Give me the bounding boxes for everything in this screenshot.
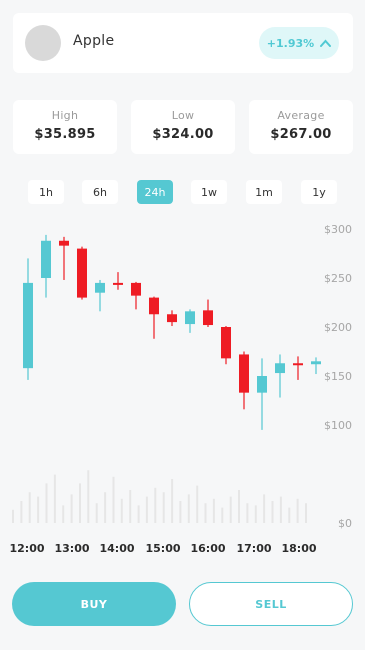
volume-bar	[196, 485, 199, 523]
candle-body[interactable]	[131, 282, 141, 296]
candle-body[interactable]	[221, 327, 231, 359]
volume-bar	[154, 487, 157, 523]
volume-bar	[254, 505, 257, 523]
volume-bar	[95, 503, 98, 523]
timeframe-selector: 1h 6h 24h 1w 1m 1y	[0, 180, 365, 204]
volume-bar	[263, 494, 266, 523]
volume-bar	[37, 496, 40, 523]
volume-bar	[53, 474, 56, 523]
candle-body[interactable]	[77, 248, 87, 298]
stat-value: $324.00	[152, 127, 214, 142]
stat-card-low: Low $324.00	[131, 100, 235, 154]
x-axis-label: 16:00	[190, 542, 225, 555]
volume-bar	[137, 505, 140, 523]
candle-body[interactable]	[59, 240, 69, 246]
volume-bar	[305, 503, 307, 523]
volume-bar	[87, 470, 90, 523]
volume-bar	[221, 507, 224, 523]
timeframe-1y[interactable]: 1y	[301, 180, 337, 204]
volume-bar	[212, 498, 215, 523]
sell-button[interactable]: SELL	[189, 582, 353, 626]
volume-bar	[229, 496, 232, 523]
timeframe-1h[interactable]: 1h	[28, 180, 64, 204]
volume-bar	[79, 483, 81, 523]
x-axis-label: 12:00	[9, 542, 44, 555]
candle-body[interactable]	[167, 314, 177, 323]
volume-bar	[238, 490, 240, 523]
price-change-badge[interactable]: +1.93%	[259, 27, 339, 59]
volume-bar	[28, 492, 31, 523]
buy-button[interactable]: BUY	[12, 582, 176, 626]
volume-bar	[187, 494, 190, 523]
timeframe-24h[interactable]: 24h	[137, 180, 173, 204]
candle-body[interactable]	[257, 376, 267, 393]
candle-body[interactable]	[113, 282, 123, 285]
x-axis-label: 18:00	[281, 542, 316, 555]
candle-body[interactable]	[23, 282, 33, 369]
volume-bar	[120, 498, 123, 523]
stat-label: Low	[171, 109, 195, 122]
stat-card-average: Average $267.00	[249, 100, 353, 154]
volume-bar	[279, 496, 282, 523]
volume-bar	[271, 501, 274, 523]
volume-bar	[162, 492, 165, 523]
timeframe-1m[interactable]: 1m	[246, 180, 282, 204]
volume-bar	[145, 496, 148, 523]
volume-bar	[171, 479, 174, 523]
volume-bar	[204, 503, 207, 523]
y-axis-label: $150	[324, 370, 352, 383]
candle-body[interactable]	[185, 311, 195, 325]
y-axis-label: $0	[338, 517, 352, 530]
y-axis-label: $300	[324, 223, 352, 236]
asset-avatar	[25, 25, 61, 61]
volume-bar	[62, 505, 65, 523]
volume-bar	[296, 498, 299, 523]
x-axis-label: 17:00	[236, 542, 271, 555]
stat-label: High	[51, 109, 79, 122]
candle-body[interactable]	[41, 240, 51, 278]
volume-bar	[20, 501, 23, 523]
y-axis-label: $100	[324, 419, 352, 432]
candle-body[interactable]	[239, 354, 249, 393]
timeframe-1w[interactable]: 1w	[191, 180, 227, 204]
volume-bar	[129, 490, 132, 523]
volume-bar	[45, 483, 48, 523]
timeframe-6h[interactable]: 6h	[82, 180, 118, 204]
volume-bar	[112, 476, 115, 523]
stat-value: $35.895	[34, 127, 96, 142]
x-axis-label: 13:00	[54, 542, 89, 555]
volume-bar	[70, 494, 73, 523]
price-chart[interactable]: $300 $250 $200 $150 $100 $0 12:00 13:00 14:00 15:…	[0, 215, 365, 565]
candle-body[interactable]	[311, 361, 321, 365]
candle-body[interactable]	[203, 310, 213, 326]
volume-bar	[12, 509, 14, 523]
volume-bar	[246, 503, 249, 523]
candle-body[interactable]	[293, 363, 303, 366]
candle-body[interactable]	[275, 363, 285, 374]
asset-name: Apple	[73, 33, 115, 49]
volume-bar	[288, 507, 291, 523]
price-change-value: +1.93%	[266, 36, 315, 50]
volume-bar	[179, 501, 182, 523]
stat-value: $267.00	[270, 127, 332, 142]
volume-bar	[104, 492, 107, 523]
y-axis-label: $250	[324, 272, 352, 285]
x-axis-label: 15:00	[145, 542, 180, 555]
candle-body[interactable]	[149, 297, 159, 315]
y-axis-label: $200	[324, 321, 352, 334]
chevron-up-icon	[320, 39, 332, 47]
stat-label: Average	[277, 109, 325, 122]
asset-card: Apple +1.93%	[13, 13, 353, 73]
stat-card-high: High $35.895	[13, 100, 117, 154]
x-axis-label: 14:00	[99, 542, 134, 555]
candle-body[interactable]	[95, 282, 105, 293]
